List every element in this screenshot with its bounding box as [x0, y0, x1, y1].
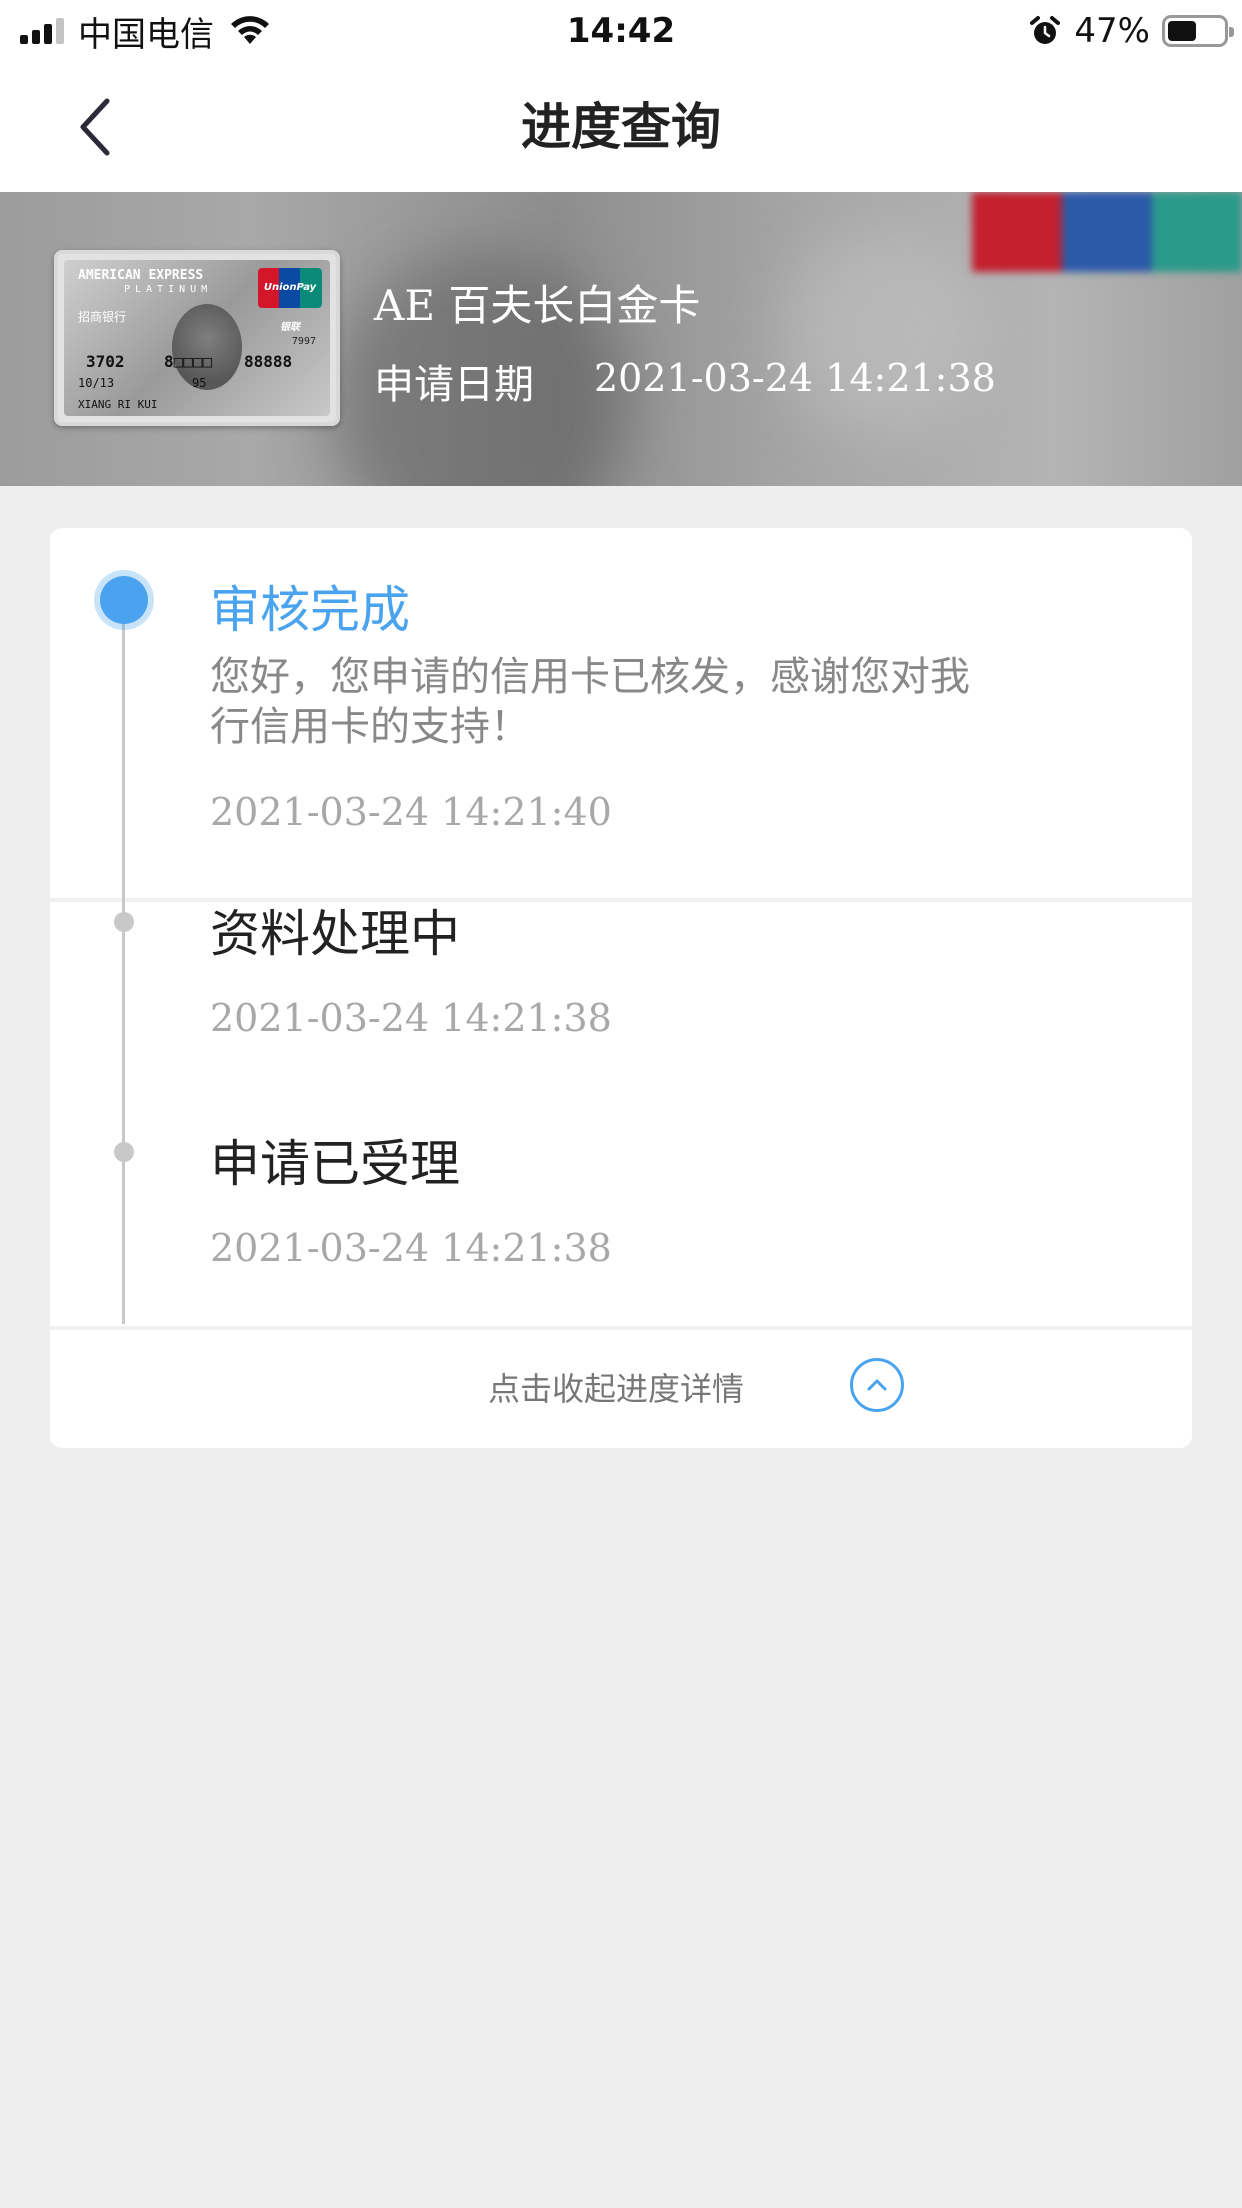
battery-fill [1168, 21, 1197, 41]
card-small-number: 7997 [291, 336, 316, 347]
header-background-flag [972, 192, 1242, 272]
step-dot-active-icon [100, 576, 148, 624]
card-name: AE 百夫长白金卡 [374, 281, 701, 330]
step-dot-icon [114, 912, 134, 932]
collapse-details-label[interactable]: 点击收起进度详情 [488, 1364, 744, 1410]
step-time: 2021-03-24 14:21:40 [210, 790, 612, 834]
card-header: AMERICAN EXPRESS PLATINUM 招商银行 UnionPay … [0, 192, 1242, 486]
step-time: 2021-03-24 14:21:38 [210, 1226, 612, 1270]
card-tier: PLATINUM [124, 284, 213, 295]
progress-timeline: 审核完成 您好，您申请的信用卡已核发，感谢您对我行信用卡的支持！ 2021-03… [50, 528, 1192, 1448]
page-title: 进度查询 [521, 98, 721, 156]
alarm-icon [1030, 16, 1061, 44]
chevron-left-icon [80, 98, 110, 156]
card-valid: 10/13 [78, 376, 115, 390]
collapse-details-button[interactable] [850, 1358, 904, 1412]
unionpay-logo: UnionPay 银联 [258, 268, 322, 333]
step-description: 您好，您申请的信用卡已核发，感谢您对我行信用卡的支持！ [210, 654, 970, 750]
card-bank: 招商银行 [78, 310, 127, 324]
card-number-right: 88888 [244, 352, 293, 371]
status-bar: 中国电信 14:42 47% [0, 0, 1242, 62]
card-holder: XIANG RI KUI [78, 398, 158, 411]
step-title-approved: 审核完成 [210, 581, 410, 639]
timeline-line [122, 588, 125, 1324]
card-number-mid: 8□□□□ [164, 352, 213, 371]
card-code: 95 [192, 376, 207, 390]
step-dot-icon [114, 1142, 134, 1162]
centurion-portrait-icon [172, 304, 242, 390]
battery-percent: 47% [1074, 11, 1150, 51]
card-image: AMERICAN EXPRESS PLATINUM 招商银行 UnionPay … [54, 250, 340, 426]
step-title-accepted: 申请已受理 [210, 1135, 460, 1193]
chevron-up-icon [867, 1379, 887, 1391]
collapse-details-row[interactable]: 点击收起进度详情 [50, 1328, 1192, 1448]
apply-date-label: 申请日期 [374, 362, 534, 408]
header-background-light [780, 232, 980, 432]
battery-tip [1229, 27, 1234, 37]
step-time: 2021-03-24 14:21:38 [210, 996, 612, 1040]
status-right: 47% [1028, 8, 1234, 54]
card-brand: AMERICAN EXPRESS [78, 268, 204, 283]
card-number-left: 3702 [86, 352, 125, 371]
card-face: AMERICAN EXPRESS PLATINUM 招商银行 UnionPay … [64, 260, 330, 416]
nav-bar: 进度查询 [0, 62, 1242, 192]
back-button[interactable] [60, 90, 130, 164]
apply-date-value: 2021-03-24 14:21:38 [594, 356, 996, 400]
battery-icon [1162, 15, 1234, 47]
step-title-processing: 资料处理中 [210, 905, 460, 963]
